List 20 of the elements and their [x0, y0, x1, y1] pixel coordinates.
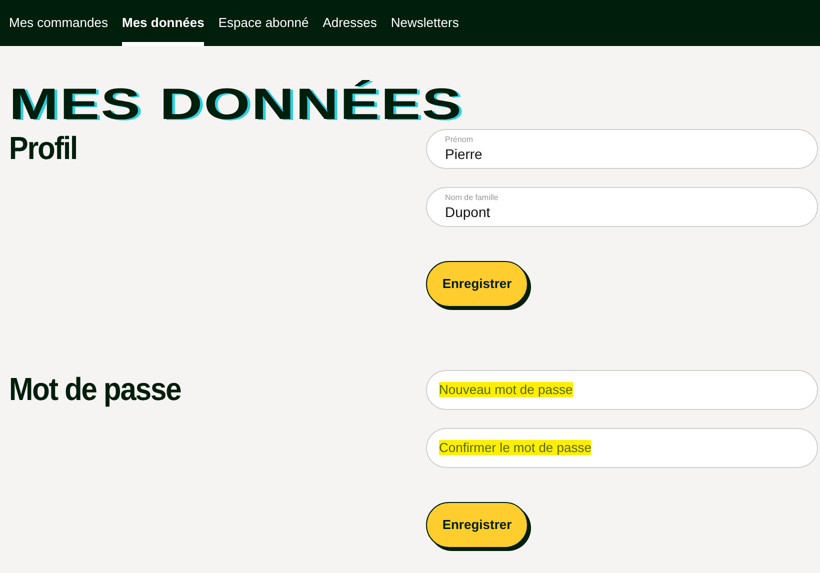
save-button[interactable]: Enregistrer: [426, 261, 528, 307]
nav-tab[interactable]: Mes données: [122, 0, 204, 46]
field-value[interactable]: Pierre: [445, 145, 482, 163]
password-input[interactable]: Confirmer le mot de passe: [439, 438, 592, 458]
field-label: Prénom: [445, 135, 474, 145]
page-title: MES DONNÉES: [9, 82, 463, 128]
field-value[interactable]: Dupont: [445, 203, 490, 221]
field-label: Nom de famille: [445, 193, 500, 203]
nav-tab[interactable]: Newsletters: [390, 0, 459, 46]
text-field[interactable]: Nom de famille Dupont: [426, 187, 818, 227]
section-heading: Profil: [9, 131, 78, 167]
password-field[interactable]: Nouveau mot de passe: [426, 370, 818, 410]
password-field[interactable]: Confirmer le mot de passe: [426, 428, 818, 468]
nav-tab[interactable]: Espace abonné: [218, 0, 309, 46]
text-field[interactable]: Prénom Pierre: [426, 129, 818, 169]
section-heading: Mot de passe: [9, 372, 181, 408]
nav-tab[interactable]: Mes commandes: [9, 0, 108, 46]
password-input[interactable]: Nouveau mot de passe: [439, 380, 573, 400]
save-button[interactable]: Enregistrer: [426, 502, 528, 548]
nav-tab[interactable]: Adresses: [322, 0, 377, 46]
